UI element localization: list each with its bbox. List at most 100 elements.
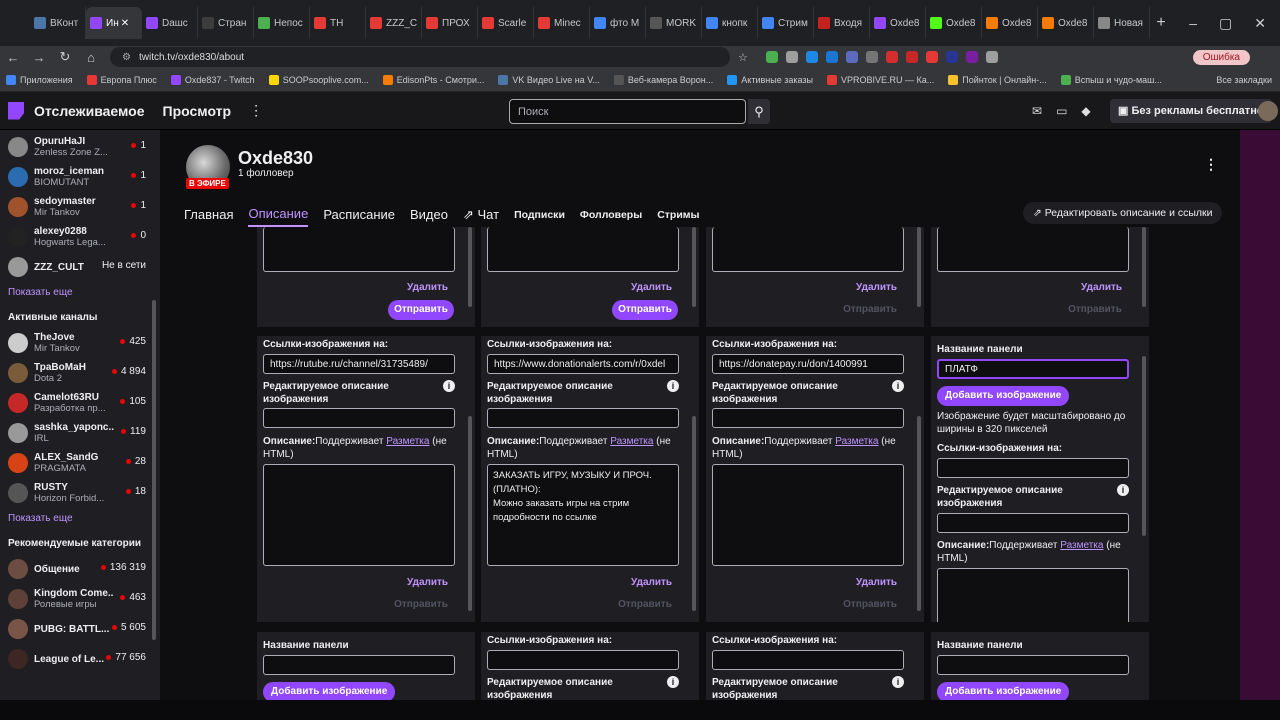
sidebar-channel[interactable]: ZZZ_CULT Не в сети <box>0 252 160 282</box>
info-icon[interactable]: i <box>443 380 455 392</box>
extension-icon[interactable] <box>925 51 938 63</box>
tab-streams[interactable]: Стримы <box>657 209 699 225</box>
show-more-followed[interactable]: Показать еще <box>0 282 160 303</box>
extension-icon[interactable] <box>945 51 958 63</box>
bookmark-item[interactable]: Активные заказы <box>727 74 813 85</box>
extension-icon[interactable] <box>965 51 978 63</box>
url-field[interactable]: ⚙ twitch.tv/oxde830/about <box>110 47 730 67</box>
all-bookmarks[interactable]: Все закладки <box>1216 75 1272 85</box>
sidebar-channel[interactable]: sedoymaster Mir Tankov 1 <box>0 192 160 222</box>
bookmark-item[interactable]: EdisonPts - Смотри... <box>382 74 484 85</box>
browser-tab[interactable]: Стран <box>198 7 254 39</box>
browser-tab[interactable]: Minec <box>534 7 590 39</box>
send-button[interactable]: Отправить <box>388 300 454 320</box>
browser-tab[interactable]: Scarle <box>478 7 534 39</box>
browser-tab[interactable]: ТН <box>310 7 366 39</box>
browser-tab[interactable]: Oxde8 <box>982 7 1038 39</box>
show-more-active[interactable]: Показать еще <box>0 508 160 529</box>
panel-scrollbar[interactable] <box>692 227 696 307</box>
panel-scrollbar[interactable] <box>1142 227 1146 307</box>
browser-tab[interactable]: Непос <box>254 7 310 39</box>
browser-tab[interactable]: MORK <box>646 7 702 39</box>
alt-input[interactable] <box>937 513 1129 533</box>
alt-input[interactable] <box>487 408 679 428</box>
link-input[interactable] <box>487 650 679 670</box>
link-input[interactable]: https://rutube.ru/channel/31735489/ <box>263 354 455 374</box>
markup-link[interactable]: Разметка <box>610 436 653 447</box>
bookmark-item[interactable]: Европа Плюс <box>86 74 157 85</box>
extension-icon[interactable] <box>905 51 918 63</box>
description-textarea[interactable] <box>712 464 904 566</box>
markup-link[interactable]: Разметка <box>835 436 878 447</box>
maximize-icon[interactable]: ▢ <box>1219 15 1232 32</box>
channel-more-icon[interactable]: ⋮ <box>1204 156 1218 173</box>
bookmark-item[interactable]: SOOPsooplive.com... <box>268 74 369 85</box>
add-image-button[interactable]: Добавить изображение <box>937 682 1070 700</box>
bookmark-item[interactable]: Пойнток | Онлайн-... <box>948 74 1047 85</box>
send-button-disabled[interactable]: Отправить <box>837 300 903 320</box>
markup-link[interactable]: Разметка <box>1060 540 1103 551</box>
browser-tab[interactable]: Ин ✕ <box>86 7 142 39</box>
search-icon[interactable]: ⚲ <box>748 99 770 124</box>
bookmark-item[interactable]: Веб-камера Ворон... <box>613 74 713 85</box>
sidebar-channel[interactable]: Camelot63RU Разработка пр... 105 <box>0 388 160 418</box>
description-textarea[interactable] <box>937 227 1129 272</box>
tab-followers[interactable]: Фолловеры <box>580 209 642 225</box>
back-icon[interactable]: ← <box>0 50 26 65</box>
tab-about[interactable]: Описание <box>248 206 309 227</box>
extension-icon[interactable] <box>785 51 798 63</box>
bookmark-item[interactable]: VPROBIVE.RU — Ка... <box>826 74 934 85</box>
link-input[interactable]: https://www.donationalerts.com/r/0xdel <box>487 354 679 374</box>
sidebar-channel[interactable]: RUSTY Horizon Forbid... 18 <box>0 478 160 508</box>
send-button-disabled[interactable]: Отправить <box>837 595 903 615</box>
twitch-logo-icon[interactable] <box>8 101 24 120</box>
sidebar-channel[interactable]: ALEX_SandG PRAGMATA 28 <box>0 448 160 478</box>
alt-input[interactable] <box>263 408 455 428</box>
home-icon[interactable]: ⌂ <box>78 50 104 65</box>
sidebar-channel[interactable]: moroz_iceman BIOMUTANT 1 <box>0 162 160 192</box>
extension-icon[interactable] <box>845 51 858 63</box>
send-button-disabled[interactable]: Отправить <box>612 595 678 615</box>
bookmark-star-icon[interactable]: ☆ <box>738 51 748 64</box>
site-info-icon[interactable]: ⚙ <box>122 52 131 63</box>
info-icon[interactable]: i <box>892 676 904 688</box>
turbo-button[interactable]: ▣ Без рекламы бесплатно <box>1110 99 1272 123</box>
close-tab-icon[interactable]: ✕ <box>121 18 129 29</box>
delete-button[interactable]: Удалить <box>856 282 897 293</box>
browser-tab[interactable]: ВКонт <box>30 7 86 39</box>
forward-icon[interactable]: → <box>26 50 52 65</box>
extension-icon[interactable] <box>805 51 818 63</box>
sidebar-channel[interactable]: alexey0288 Hogwarts Lega... 0 <box>0 222 160 252</box>
sidebar-scrollbar[interactable] <box>152 300 156 640</box>
panel-title-input[interactable]: ПЛАТФ <box>937 359 1129 379</box>
browser-tab[interactable]: Oxde8 <box>1038 7 1094 39</box>
add-image-button[interactable]: Добавить изображение <box>263 682 396 700</box>
browser-tab[interactable]: Новая <box>1094 7 1150 39</box>
delete-button[interactable]: Удалить <box>1081 282 1122 293</box>
info-icon[interactable]: i <box>892 380 904 392</box>
extension-icon[interactable] <box>765 51 778 63</box>
nav-following[interactable]: Отслеживаемое <box>34 103 145 119</box>
description-textarea[interactable] <box>712 227 904 272</box>
minimize-icon[interactable]: – <box>1189 15 1197 32</box>
link-input[interactable]: https://donatepay.ru/don/1400991 <box>712 354 904 374</box>
info-icon[interactable]: i <box>667 380 679 392</box>
bookmark-item[interactable]: Приложения <box>6 74 73 85</box>
tab-videos[interactable]: Видео <box>410 207 448 226</box>
link-input[interactable] <box>937 458 1129 478</box>
close-window-icon[interactable]: ✕ <box>1254 15 1266 32</box>
browser-tab[interactable]: Стрим <box>758 7 814 39</box>
nav-browse[interactable]: Просмотр <box>163 103 232 119</box>
new-tab-button[interactable]: + <box>1150 14 1172 32</box>
browser-tab[interactable]: Oxde8 <box>870 7 926 39</box>
reload-icon[interactable]: ↻ <box>52 49 78 65</box>
search-input[interactable]: Поиск <box>509 99 746 124</box>
extension-icon[interactable] <box>825 51 838 63</box>
tab-chat[interactable]: ⇗ Чат <box>463 207 499 227</box>
extension-icon[interactable] <box>865 51 878 63</box>
bookmark-item[interactable]: Вспыш и чудо-маш... <box>1060 74 1162 85</box>
description-textarea[interactable]: ЗАКАЗАТЬ ИГРУ, МУЗЫКУ И ПРОЧ. (ПЛАТНО): … <box>487 464 679 566</box>
panel-title-input[interactable] <box>263 655 455 675</box>
send-button-disabled[interactable]: Отправить <box>1062 300 1128 320</box>
delete-button[interactable]: Удалить <box>631 577 672 588</box>
